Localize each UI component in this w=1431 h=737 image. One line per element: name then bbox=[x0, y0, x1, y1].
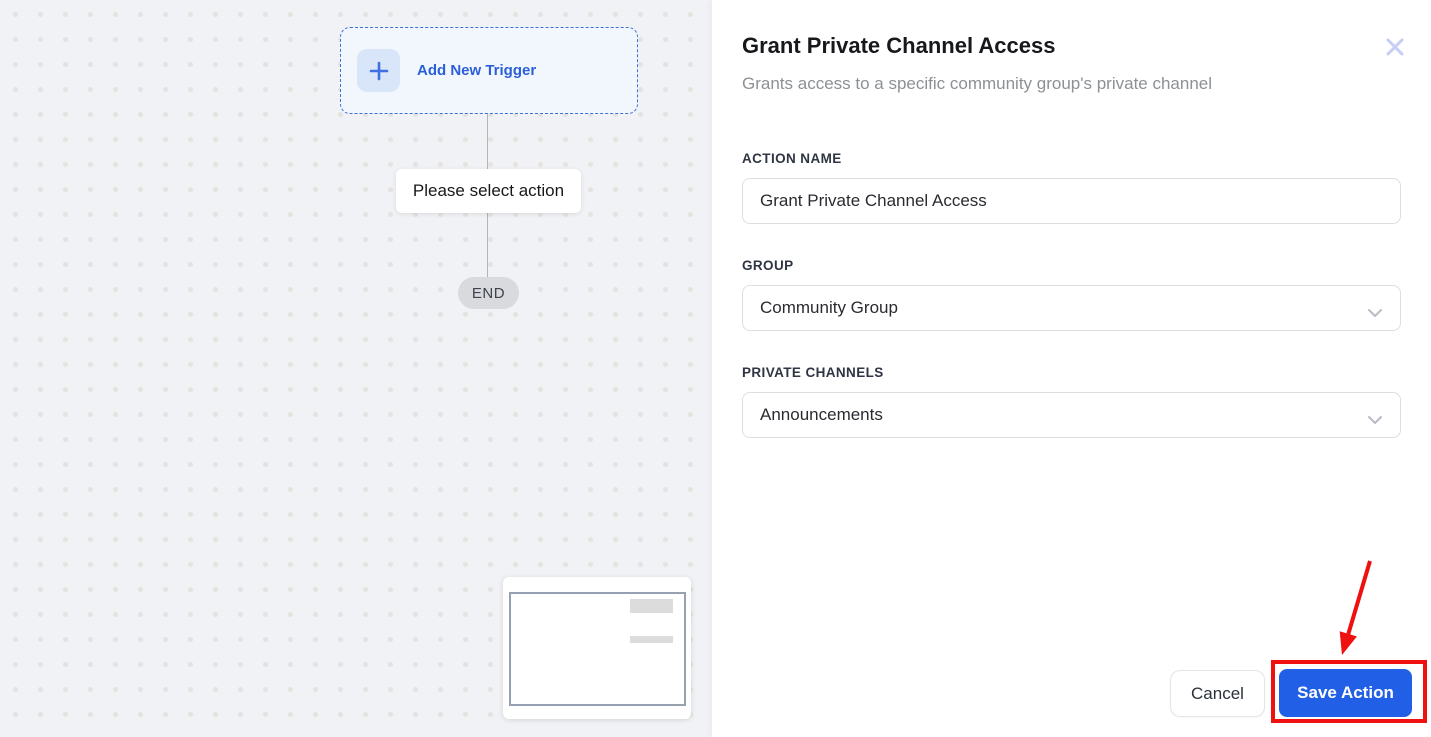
action-name-label: ACTION NAME bbox=[742, 151, 842, 166]
action-placeholder-node[interactable]: Please select action bbox=[396, 169, 581, 213]
private-channels-select-value: Announcements bbox=[760, 405, 883, 424]
private-channels-field-group: PRIVATE CHANNELS Announcements bbox=[742, 365, 1401, 438]
end-node: END bbox=[458, 277, 519, 309]
minimap-node bbox=[630, 636, 673, 643]
page-title: Grant Private Channel Access bbox=[742, 33, 1056, 58]
minimap[interactable] bbox=[503, 577, 691, 719]
group-label: GROUP bbox=[742, 258, 794, 273]
close-icon bbox=[1384, 36, 1406, 61]
cancel-button[interactable]: Cancel bbox=[1170, 670, 1265, 717]
action-placeholder-label: Please select action bbox=[412, 181, 565, 200]
private-channels-label: PRIVATE CHANNELS bbox=[742, 365, 884, 380]
private-channels-select[interactable]: Announcements bbox=[742, 392, 1401, 438]
minimap-viewport bbox=[509, 592, 686, 706]
action-name-input[interactable] bbox=[742, 178, 1401, 224]
close-button[interactable] bbox=[1383, 36, 1407, 60]
save-action-button[interactable]: Save Action bbox=[1279, 669, 1412, 717]
chevron-down-icon bbox=[1367, 410, 1383, 430]
group-field-group: GROUP Community Group bbox=[742, 258, 1401, 331]
trigger-label: Add New Trigger bbox=[417, 62, 537, 79]
action-form: ACTION NAME GROUP Community Group PRIVAT… bbox=[742, 151, 1401, 438]
workflow-canvas[interactable]: Add New Trigger Please select action END bbox=[0, 0, 712, 737]
add-new-trigger-button[interactable]: Add New Trigger bbox=[340, 27, 638, 114]
action-config-panel: Grant Private Channel Access Grants acce… bbox=[712, 0, 1431, 737]
group-select-value: Community Group bbox=[760, 298, 898, 317]
panel-subtitle: Grants access to a specific community gr… bbox=[742, 74, 1213, 93]
workflow-builder-app: Add New Trigger Please select action END… bbox=[0, 0, 1431, 737]
plus-icon bbox=[357, 49, 400, 92]
group-select[interactable]: Community Group bbox=[742, 285, 1401, 331]
minimap-node bbox=[630, 599, 673, 613]
chevron-down-icon bbox=[1367, 303, 1383, 323]
action-name-field-group: ACTION NAME bbox=[742, 151, 1401, 224]
